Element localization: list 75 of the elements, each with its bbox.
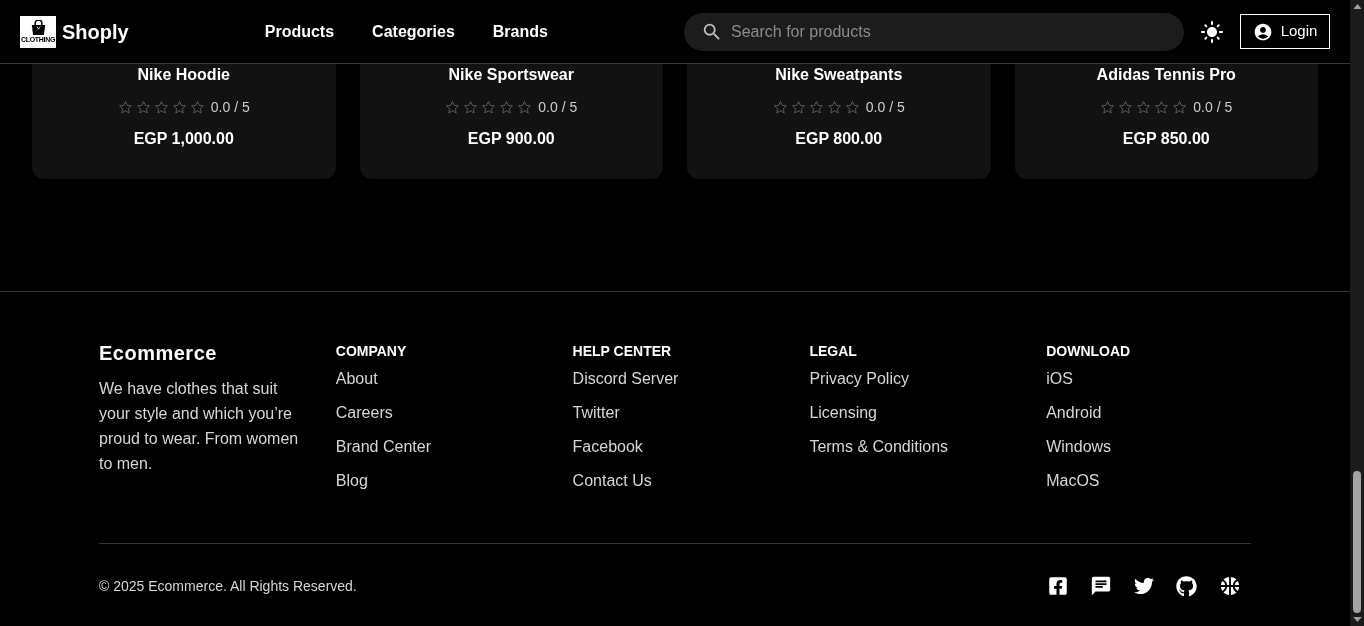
empty-star-icon: [517, 99, 533, 115]
rating-text: 0.0 / 5: [1193, 98, 1233, 116]
footer-link[interactable]: Brand Center: [335, 435, 431, 459]
empty-star-icon: [1154, 99, 1170, 115]
footer-column-heading: HELP CENTER: [572, 342, 673, 361]
footer-column-heading: COMPANY: [335, 342, 408, 361]
empty-star-icon: [153, 99, 169, 115]
product-name: Nike Sportswear: [448, 65, 574, 85]
empty-star-icon: [499, 99, 515, 115]
product-name: Nike Sweatpants: [775, 65, 903, 85]
empty-star-icon: [772, 99, 788, 115]
empty-star-icon: [463, 99, 479, 115]
scrollbar-thumb[interactable]: [1353, 471, 1361, 613]
empty-star-icon: [189, 99, 205, 115]
empty-star-icon: [445, 99, 461, 115]
scroll-down-arrow-icon[interactable]: [1352, 617, 1362, 622]
footer-column-heading: DOWNLOAD: [1046, 342, 1132, 361]
rating-text: 0.0 / 5: [210, 98, 250, 116]
empty-star-icon: [135, 99, 151, 115]
product-price: EGP 800.00: [795, 129, 883, 149]
empty-star-icon: [1100, 99, 1116, 115]
product-card[interactable]: Nike Hoodie 0.0 / 5 EGP 1,000.00: [32, 64, 336, 179]
empty-star-icon: [1118, 99, 1134, 115]
copyright-text: © 2025 Ecommerce. All Rights Reserved.: [99, 577, 357, 596]
empty-star-icon: [171, 99, 187, 115]
empty-star-icon: [481, 99, 497, 115]
footer-link[interactable]: About: [335, 367, 378, 391]
empty-star-icon: [117, 99, 133, 115]
product-name: Nike Hoodie: [137, 65, 230, 85]
facebook-icon[interactable]: [1048, 576, 1068, 596]
footer-link[interactable]: Contact Us: [572, 469, 652, 493]
footer-link[interactable]: Windows: [1046, 435, 1112, 459]
basketball-icon[interactable]: [1219, 575, 1241, 597]
footer-link[interactable]: Facebook: [572, 435, 643, 459]
product-card[interactable]: Nike Sportswear 0.0 / 5 EGP 900.00: [359, 64, 663, 179]
nav-link[interactable]: Categories: [372, 21, 455, 42]
footer-link[interactable]: MacOS: [1046, 469, 1100, 493]
empty-star-icon: [790, 99, 806, 115]
user-icon: [1252, 21, 1273, 42]
product-price: EGP 1,000.00: [133, 129, 234, 149]
footer-brand: Ecommerce: [99, 341, 218, 366]
scroll-up-arrow-icon[interactable]: [1352, 4, 1362, 9]
footer-link[interactable]: Blog: [335, 469, 368, 493]
footer-link[interactable]: Terms & Conditions: [809, 435, 949, 459]
empty-star-icon: [844, 99, 860, 115]
product-price: EGP 900.00: [467, 129, 555, 149]
footer-link[interactable]: Android: [1046, 401, 1102, 425]
search-field[interactable]: Search for products: [684, 12, 1184, 51]
footer-link[interactable]: Careers: [335, 401, 393, 425]
nav-link[interactable]: Products: [264, 21, 335, 42]
shopping-bag-icon: [29, 19, 47, 35]
footer-link[interactable]: Twitter: [572, 401, 620, 425]
empty-star-icon: [826, 99, 842, 115]
footer-column-heading: LEGAL: [809, 342, 858, 361]
empty-star-icon: [808, 99, 824, 115]
sun-icon[interactable]: [1200, 19, 1224, 44]
login-button[interactable]: Login: [1240, 14, 1330, 49]
product-card[interactable]: Nike Sweatpants 0.0 / 5 EGP 800.00: [687, 64, 991, 179]
empty-star-icon: [1136, 99, 1152, 115]
chat-bubble-icon[interactable]: [1090, 575, 1112, 597]
footer-link[interactable]: Discord Server: [572, 367, 679, 391]
bird-icon[interactable]: [1134, 576, 1154, 596]
footer-link[interactable]: Privacy Policy: [809, 367, 909, 391]
rating-text: 0.0 / 5: [538, 98, 578, 116]
product-name: Adidas Tennis Pro: [1096, 65, 1236, 85]
empty-star-icon: [1172, 99, 1188, 115]
footer-description: We have clothes that suit your style and which you’re proud to wear. From women to men.: [99, 379, 300, 474]
footer-link[interactable]: Licensing: [809, 401, 877, 425]
nav-link[interactable]: Brands: [492, 21, 548, 42]
brand-name[interactable]: Shoply: [62, 17, 129, 46]
product-card[interactable]: Adidas Tennis Pro 0.0 / 5 EGP 850.00: [1014, 64, 1318, 179]
github-icon[interactable]: [1176, 575, 1197, 597]
footer-link[interactable]: iOS: [1046, 367, 1073, 391]
product-price: EGP 850.00: [1122, 129, 1210, 149]
rating-text: 0.0 / 5: [865, 98, 905, 116]
